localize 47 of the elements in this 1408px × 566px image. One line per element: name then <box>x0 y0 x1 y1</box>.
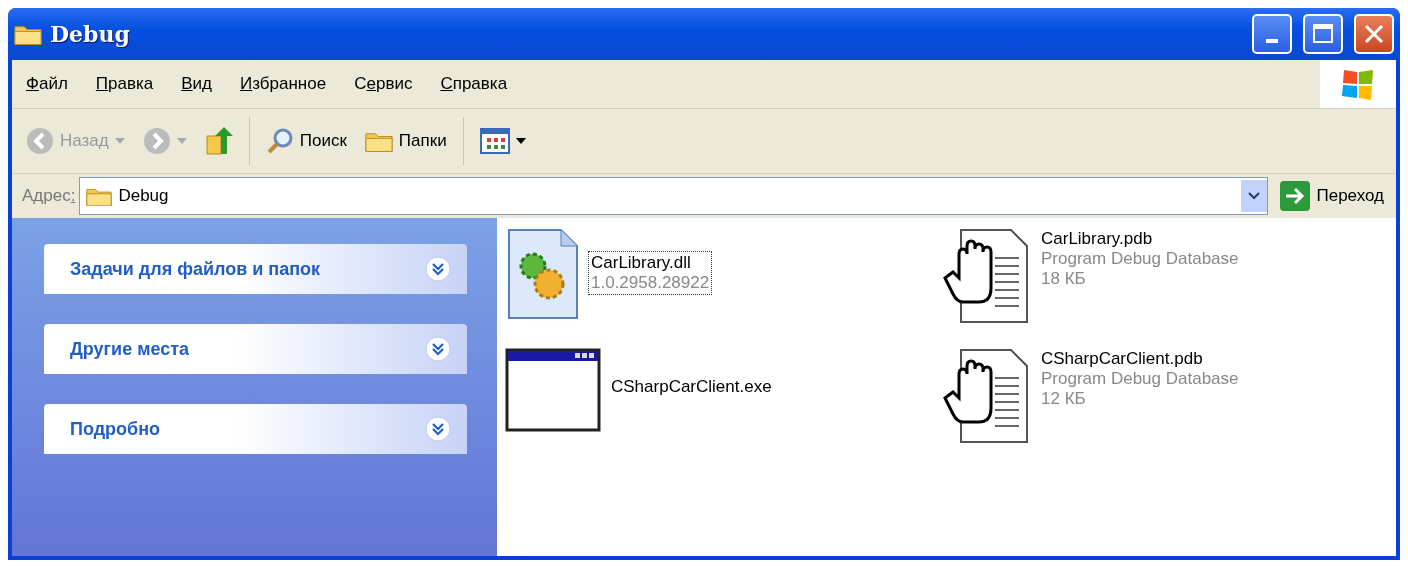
address-label: Адрес: <box>22 186 76 206</box>
file-detail: Program Debug Database <box>1041 249 1239 269</box>
view-grid-icon <box>479 128 510 154</box>
menu-item[interactable]: Сервис <box>340 74 427 94</box>
file-item[interactable]: CarLibrary.dll 1.0.2958.28922 <box>505 228 935 348</box>
folders-button[interactable]: Папки <box>358 125 453 157</box>
expand-chevron-icon <box>425 416 451 442</box>
file-detail: 12 КБ <box>1041 389 1087 409</box>
close-icon <box>1363 23 1385 45</box>
close-button[interactable] <box>1354 14 1394 54</box>
file-name: CarLibrary.pdb <box>1041 229 1154 249</box>
go-button[interactable]: Переход <box>1272 181 1388 211</box>
maximize-icon <box>1312 23 1334 45</box>
file-detail: 18 КБ <box>1041 269 1087 289</box>
dropdown-button[interactable] <box>1241 180 1268 212</box>
search-icon <box>265 127 294 155</box>
file-item[interactable]: CSharpCarClient.exe <box>505 348 935 468</box>
menu-item[interactable]: Избранное <box>226 74 341 94</box>
window-title: Debug <box>50 21 131 47</box>
application-window-icon <box>505 348 601 432</box>
task-panel-header[interactable]: Подробно <box>44 404 467 454</box>
caret-icon <box>515 138 526 144</box>
menu-item[interactable]: Правка <box>81 74 168 94</box>
menu-item[interactable]: Вид <box>167 74 226 94</box>
menu-item[interactable]: Справка <box>426 74 522 94</box>
gears-document-icon <box>505 228 581 320</box>
expand-chevron-icon <box>425 256 451 282</box>
chevron-down-icon <box>1248 192 1261 200</box>
file-name: CSharpCarClient.pdb <box>1041 349 1204 369</box>
maximize-button[interactable] <box>1303 14 1343 54</box>
menu-item[interactable]: Файл <box>12 74 82 94</box>
file-detail: Program Debug Database <box>1041 369 1239 389</box>
minimize-button[interactable] <box>1252 14 1292 54</box>
file-item[interactable]: CSharpCarClient.pdb Program Debug Database 12 КБ <box>935 348 1396 468</box>
file-detail: 1.0.2958.28922 <box>591 273 710 293</box>
folder-up-arrow-icon <box>204 126 233 156</box>
file-item[interactable]: CarLibrary.pdb Program Debug Database 18 КБ <box>935 228 1396 348</box>
caret-icon <box>114 138 125 144</box>
task-panel-header[interactable]: Задачи для файлов и папок <box>44 244 467 294</box>
address-field[interactable]: Debug <box>79 177 1269 215</box>
minimize-icon <box>1266 39 1278 43</box>
expand-chevron-icon <box>425 336 451 362</box>
file-name: CarLibrary.dll <box>591 253 692 273</box>
search-button[interactable]: Поиск <box>259 123 353 159</box>
task-panel-header[interactable]: Другие места <box>44 324 467 374</box>
file-name: CSharpCarClient.exe <box>611 377 772 397</box>
caret-icon <box>176 138 187 144</box>
